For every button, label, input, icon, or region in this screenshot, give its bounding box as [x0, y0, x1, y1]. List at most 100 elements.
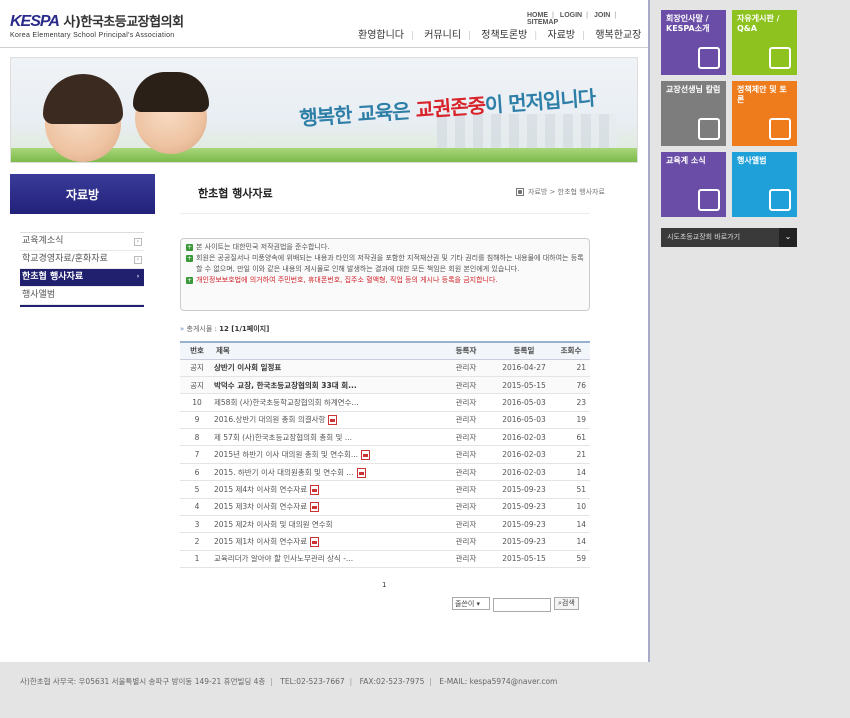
- row-subject[interactable]: 2015. 하반기 이사 대의원총회 및 연수회 ...: [214, 463, 436, 482]
- arrow-right-icon: ›: [136, 273, 140, 280]
- table-row[interactable]: 4 2015 제3차 이사회 연수자료 관리자 2015-09-23 10: [180, 498, 590, 517]
- row-date: 2016-02-03: [496, 428, 552, 447]
- table-row[interactable]: 공지 박덕수 교장, 한국초등교장협의회 33대 회... 관리자 2015-05-1…: [180, 376, 590, 395]
- gnb-policy[interactable]: 정책토론방: [481, 30, 527, 41]
- table-row[interactable]: 5 2015 제4차 이사회 연수자료 관리자 2015-09-23 51: [180, 480, 590, 499]
- table-row[interactable]: 10 제58회 (사)한국초등학교장협의회 하계연수... 관리자 2016-05-0…: [180, 393, 590, 412]
- row-date: 2016-05-03: [496, 411, 552, 430]
- plus-icon: +: [186, 244, 193, 251]
- row-views: 21: [552, 359, 590, 377]
- row-no: 3: [180, 515, 214, 534]
- row-subject[interactable]: 2015 제1차 이사회 연수자료: [214, 532, 436, 551]
- notice-line: + 회원은 공공질서나 미풍양속에 위배되는 내용과 타인의 저작권을 포함한 지…: [186, 254, 584, 273]
- row-writer: 관리자: [436, 376, 496, 395]
- row-subject[interactable]: 제58회 (사)한국초등학교장협의회 하계연수...: [214, 393, 436, 412]
- logo-mark: KESPA: [10, 13, 60, 30]
- pdf-file-icon[interactable]: [361, 450, 371, 461]
- lnb-item-event-materials[interactable]: 한초협 행사자료 ›: [20, 269, 144, 287]
- row-no: 10: [180, 393, 214, 412]
- quick-greeting[interactable]: 회장인사말 / KESPA소개: [661, 10, 726, 75]
- row-no: 공지: [180, 376, 214, 395]
- row-views: 21: [552, 445, 590, 464]
- util-sitemap-link[interactable]: SITEMAP: [527, 19, 558, 26]
- col-no: 번호: [180, 341, 214, 360]
- pdf-file-icon[interactable]: [310, 484, 320, 495]
- table-row[interactable]: 6 2015. 하반기 이사 대의원총회 및 연수회 ... 관리자 2016-02-…: [180, 463, 590, 482]
- row-no: 9: [180, 411, 214, 430]
- row-views: 14: [552, 463, 590, 482]
- pdf-file-icon[interactable]: [310, 537, 320, 548]
- quick-free-board[interactable]: 자유게시판 / Q&A: [732, 10, 797, 75]
- table-row[interactable]: 3 2015 제2차 이사회 및 대의원 연수회 관리자 2015-09-23 14: [180, 515, 590, 534]
- lnb-item-school-materials[interactable]: 학교경영자료/훈화자료 ›: [20, 251, 144, 269]
- regional-shortcut[interactable]: 시도초등교장회 바로가기 ⌄: [661, 228, 797, 247]
- col-date: 등록일: [496, 341, 552, 360]
- search-field-select[interactable]: 줄쓴이 ▾: [452, 596, 490, 610]
- row-subject[interactable]: 2016.상반기 대의원 총회 의결사항: [214, 411, 436, 430]
- search-input[interactable]: [493, 598, 551, 612]
- breadcrumb: 자료방 > 한초협 행사자료: [516, 187, 605, 197]
- lnb-item-education-news[interactable]: 교육계소식 ›: [20, 233, 144, 251]
- row-subject[interactable]: 2015 제3차 이사회 연수자료: [214, 498, 436, 517]
- plus-icon: +: [186, 255, 193, 262]
- row-subject[interactable]: 상반기 이사회 일정표: [214, 359, 436, 377]
- row-no: 7: [180, 445, 214, 464]
- footer-email: E-MAIL: kespa5974@naver.com: [439, 677, 558, 686]
- page-number[interactable]: 1: [382, 581, 386, 589]
- quick-policy-proposal[interactable]: 정책제안 및 토론: [732, 81, 797, 146]
- main-banner: 행복한 교육은 교권존중이 먼저입니다: [10, 57, 638, 163]
- double-arrow-icon: »: [180, 325, 185, 333]
- chevron-down-icon: ⌄: [779, 228, 797, 247]
- global-nav: 환영합니다 | 커뮤니티 | 정책토론방 | 자료방 | 행복한교장: [358, 30, 642, 41]
- logo-subtitle: Korea Elementary School Principal's Asso…: [10, 32, 175, 39]
- row-no: 2: [180, 532, 214, 551]
- search-button[interactable]: ⌕검색: [554, 596, 579, 610]
- footer-tel: TEL:02-523-7667: [280, 677, 345, 686]
- row-writer: 관리자: [436, 393, 496, 412]
- home-icon[interactable]: [516, 188, 524, 196]
- table-row[interactable]: 8제 57회 (사)한국초등교장협의회 총회 및 ... 관리자 2016-02-0…: [180, 428, 590, 447]
- clipboard-icon: [698, 118, 720, 140]
- children-photo: [25, 72, 225, 162]
- table-row[interactable]: 공지 상반기 이사회 일정표 관리자 2016-04-27 21: [180, 359, 590, 377]
- footer-fax: FAX:02-523-7975: [359, 677, 425, 686]
- row-subject[interactable]: 교육리더가 알아야 할 인사노무관리 상식 -...: [214, 550, 436, 569]
- gnb-happy-principal[interactable]: 행복한교장: [595, 30, 641, 41]
- gnb-library[interactable]: 자료방: [548, 30, 576, 41]
- row-subject[interactable]: 2015 제4차 이사회 연수자료: [214, 480, 436, 499]
- page-title: 한초협 행사자료: [198, 187, 273, 200]
- lnb-item-event-album[interactable]: 행사앨범: [20, 287, 144, 305]
- utility-nav: HOME | LOGIN | JOIN | SITEMAP: [527, 12, 617, 26]
- util-login-link[interactable]: LOGIN: [560, 12, 582, 19]
- local-nav: 교육계소식 › 학교경영자료/훈화자료 › 한초협 행사자료 › 행사앨범: [20, 232, 144, 307]
- row-writer: 관리자: [436, 498, 496, 517]
- row-subject[interactable]: 2015년 하반기 이사 대의원 총회 및 연수회...: [214, 445, 436, 464]
- row-writer: 관리자: [436, 480, 496, 499]
- pdf-file-icon[interactable]: [356, 467, 366, 478]
- col-subject: 제목: [214, 341, 436, 360]
- row-writer: 관리자: [436, 532, 496, 551]
- pdf-file-icon[interactable]: [310, 502, 320, 513]
- table-row[interactable]: 1 교육리더가 알아야 할 인사노무관리 상식 -... 관리자 2015-05-15…: [180, 550, 590, 569]
- quick-event-album[interactable]: 행사앨범: [732, 152, 797, 217]
- table-row[interactable]: 2 2015 제1차 이사회 연수자료 관리자 2015-09-23 14: [180, 532, 590, 551]
- plus-icon: +: [186, 277, 193, 284]
- site-logo[interactable]: KESPA 사)한국초등교장협의회 Korea Elementary Schoo…: [10, 11, 184, 39]
- row-no: 공지: [180, 359, 214, 377]
- row-subject[interactable]: 제 57회 (사)한국초등교장협의회 총회 및 ...: [214, 428, 436, 447]
- arrow-right-icon: ›: [134, 256, 142, 264]
- util-join-link[interactable]: JOIN: [594, 12, 610, 19]
- gnb-welcome[interactable]: 환영합니다: [358, 30, 404, 41]
- board-search: 줄쓴이 ▾ ⌕검색: [452, 594, 579, 612]
- quick-education-news[interactable]: 교육계 소식: [661, 152, 726, 217]
- quick-principal-column[interactable]: 교장선생님 칼럼: [661, 81, 726, 146]
- row-subject[interactable]: 박덕수 교장, 한국초등교장협의회 33대 회...: [214, 376, 436, 395]
- util-home-link[interactable]: HOME: [527, 12, 548, 19]
- table-row[interactable]: 9 2016.상반기 대의원 총회 의결사항 관리자 2016-05-03 19: [180, 411, 590, 430]
- notice-line: + 본 사이트는 대한민국 저작권법을 준수합니다.: [186, 243, 330, 251]
- row-subject[interactable]: 2015 제2차 이사회 및 대의원 연수회: [214, 515, 436, 534]
- pdf-file-icon[interactable]: [328, 415, 338, 426]
- table-row[interactable]: 7 2015년 하반기 이사 대의원 총회 및 연수회... 관리자 2016-02-…: [180, 445, 590, 464]
- gnb-community[interactable]: 커뮤니티: [424, 30, 461, 41]
- footer-address: 사)한초협 사무국: 우05631 서울특별시 송파구 방이동 149-21 휴…: [20, 677, 266, 686]
